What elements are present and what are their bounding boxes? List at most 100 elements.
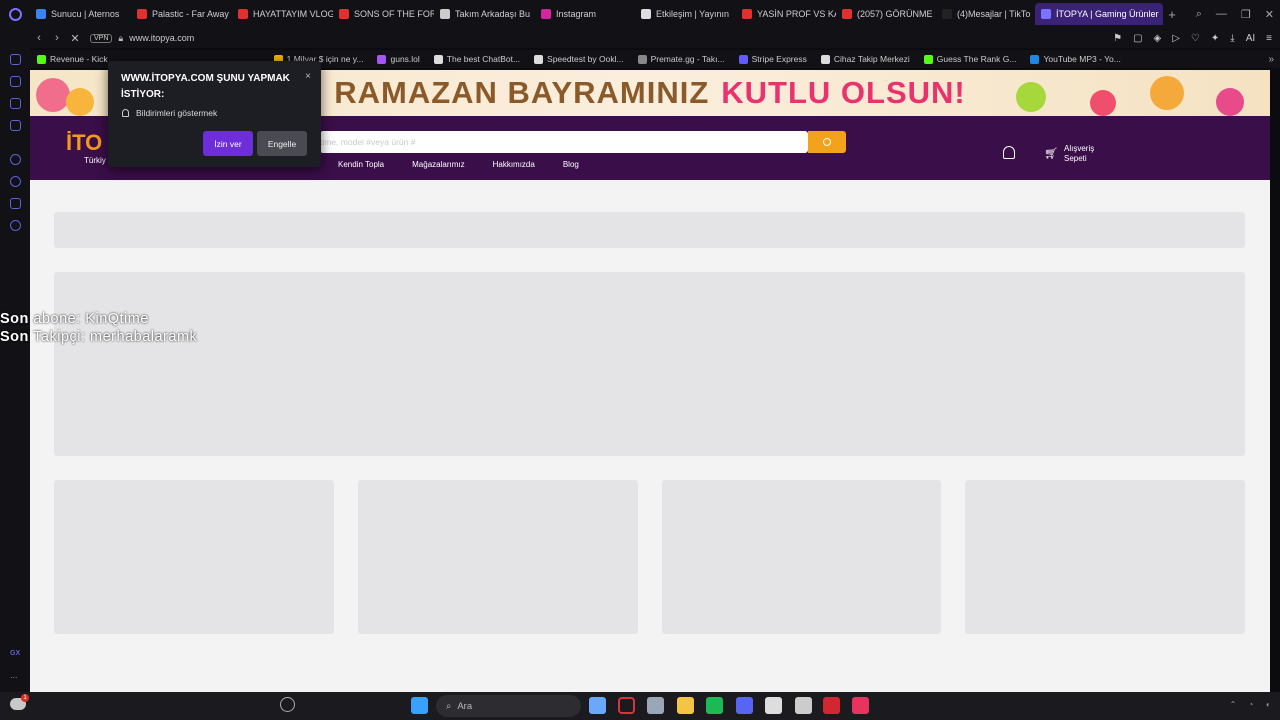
sidebar-twitch-icon[interactable] [10, 154, 21, 165]
back-button[interactable]: ‹ [30, 32, 48, 44]
tab-bar: Sunucu | Aternos Palastic - Far Away HAYAT… [0, 0, 1280, 28]
taskbar-app-drop-icon[interactable] [589, 697, 606, 714]
opera-logo[interactable] [0, 0, 30, 28]
tab-favicon-icon [36, 9, 46, 19]
cart-icon[interactable]: 🛒︎ [1044, 147, 1058, 160]
taskbar-app-dollar-app-icon[interactable] [852, 697, 869, 714]
play-icon[interactable]: ▷ [1172, 33, 1180, 44]
vpn-badge[interactable]: VPN [90, 33, 113, 43]
close-window-button[interactable]: ✕ [1265, 8, 1274, 21]
notification-bell-icon[interactable] [1003, 146, 1015, 159]
tab-favicon-icon [440, 9, 450, 19]
browser-tab[interactable]: Palastic - Far Away [131, 3, 232, 25]
sidebar-bag-icon[interactable] [10, 98, 21, 109]
url-field[interactable]: www.itopya.com [129, 33, 194, 43]
sidebar-extensions-icon[interactable] [10, 198, 21, 209]
menu-icon[interactable]: ≡ [1266, 33, 1272, 44]
browser-tab[interactable]: HAYATTAYIM VLOG [232, 3, 333, 25]
bookmark-item[interactable]: Revenue - Kick [30, 54, 115, 64]
sidebar-refresh-icon[interactable] [10, 76, 21, 87]
tab-label: Etkileşim | Yayının [656, 9, 730, 19]
tab-favicon-icon [541, 9, 551, 19]
lock-icon[interactable]: 🔒︎ [118, 33, 123, 44]
sidebar-settings-icon[interactable] [10, 220, 21, 231]
block-button[interactable]: Engelle [257, 131, 307, 156]
search-tabs-icon[interactable]: ⌕ [1196, 8, 1202, 21]
popup-close-button[interactable]: × [305, 71, 311, 82]
tab-label: SONS OF THE FOR [354, 9, 434, 19]
reload-icon[interactable]: ✕ [66, 32, 84, 45]
tab-label: (4)Mesajlar | TikTo [957, 9, 1031, 19]
snapshot-icon[interactable]: ▢ [1133, 33, 1142, 44]
bookmark-item[interactable]: Cihaz Takip Merkezi [814, 54, 917, 64]
bookmark-favicon-icon [923, 54, 933, 64]
notification-badge: 1 [21, 694, 29, 702]
taskbar-app-discord-icon[interactable] [736, 697, 753, 714]
tab-label: (2057) GÖRÜNME [857, 9, 933, 19]
bookmarks-more-icon[interactable]: » [1268, 54, 1274, 65]
site-menu-item[interactable]: Blog [563, 160, 579, 169]
sidebar-m-icon[interactable] [10, 120, 21, 131]
browser-tab[interactable]: Sunucu | Aternos [30, 3, 131, 25]
site-menu-item[interactable]: Mağazalarımız [412, 160, 464, 169]
maximize-button[interactable]: ❐ [1241, 8, 1251, 21]
site-menu-item[interactable]: Kendin Topla [338, 160, 384, 169]
browser-tab[interactable]: (2057) GÖRÜNME [836, 3, 936, 25]
taskbar-search-label: Ara [457, 700, 473, 712]
taskbar-app-steam-icon[interactable] [647, 697, 664, 714]
taskbar-app-settings-icon[interactable] [795, 697, 812, 714]
extensions-icon[interactable]: ✦ [1211, 33, 1219, 44]
sidebar-history-icon[interactable] [10, 176, 21, 187]
sidebar-gx-icon[interactable] [10, 54, 21, 65]
taskbar-app-opera-icon[interactable] [618, 697, 635, 714]
bookmark-item[interactable]: Premate.gg - Takı... [631, 54, 732, 64]
overlay-follower-text: Takipçi: merhabalaramk [28, 329, 198, 345]
shield-icon[interactable]: ◈ [1154, 33, 1162, 44]
taskbar-app-folder-icon[interactable] [677, 697, 694, 714]
site-search-button[interactable] [808, 131, 846, 153]
bookmark-item[interactable]: The best ChatBot... [427, 54, 527, 64]
heart-icon[interactable]: ♡ [1191, 33, 1200, 44]
taskbar-app-windows-start-icon[interactable] [411, 697, 428, 714]
site-logo[interactable]: İTO [66, 130, 102, 156]
network-icon[interactable]: ◔ [1248, 700, 1253, 709]
bookmark-item[interactable]: guns.lol [370, 54, 426, 64]
system-tray: ⌃ ◔ ◖ [1230, 700, 1270, 709]
allow-button[interactable]: İzin ver [203, 131, 253, 156]
aria-ai-button[interactable]: AI [1246, 33, 1255, 44]
bookmark-label: Premate.gg - Takı... [650, 54, 725, 64]
new-tab-button[interactable]: + [1163, 7, 1181, 22]
taskbar-app-red-app-icon[interactable] [823, 697, 840, 714]
browser-tab[interactable]: SONS OF THE FOR [333, 3, 434, 25]
taskbar-search[interactable]: ⌕ Ara [436, 695, 581, 717]
bookmark-favicon-icon [738, 54, 748, 64]
site-menu-item[interactable]: Hakkımızda [493, 160, 535, 169]
volume-icon[interactable]: ◖ [1265, 700, 1270, 709]
taskbar-app-spotify-icon[interactable] [706, 697, 723, 714]
download-icon[interactable]: ⤓ [1230, 33, 1234, 44]
overlay-last-follower: Son Takipçi: merhabalaramk [0, 329, 197, 345]
skeleton-bar [54, 212, 1245, 248]
tab-label: YASİN PROF VS KA [757, 9, 836, 19]
sidebar-more-icon[interactable]: ... [10, 670, 18, 680]
cart-link[interactable]: Alışveriş Sepeti [1064, 144, 1094, 164]
skeleton-hero [54, 272, 1245, 456]
copilot-icon[interactable] [280, 697, 295, 712]
bookmark-item[interactable]: YouTube MP3 - Yo... [1023, 54, 1127, 64]
tray-icon[interactable]: ⌃ [1230, 700, 1237, 709]
bookmark-item[interactable]: Guess The Rank G... [917, 54, 1024, 64]
bookmark-item[interactable]: Speedtest by Ookl... [527, 54, 631, 64]
minimize-button[interactable]: — [1216, 8, 1227, 20]
browser-tab[interactable]: Takım Arkadaşı Bu [434, 3, 535, 25]
browser-tab[interactable]: YASİN PROF VS KA [736, 3, 836, 25]
browser-tab[interactable]: (4)Mesajlar | TikTo [936, 3, 1035, 25]
taskbar-app-obs-icon[interactable] [765, 697, 782, 714]
browser-tab[interactable]: Instagram [535, 3, 635, 25]
forward-button[interactable]: › [48, 32, 66, 44]
browser-tab[interactable]: İTOPYA | Gaming Ürünler [1035, 3, 1163, 25]
bookmark-icon[interactable]: ⚑ [1113, 33, 1122, 44]
skeleton-card [965, 480, 1245, 634]
site-search-input[interactable]: time, model #veya ürün # [320, 131, 808, 153]
browser-tab[interactable]: Etkileşim | Yayının [635, 3, 736, 25]
bookmark-item[interactable]: Stripe Express [732, 54, 814, 64]
